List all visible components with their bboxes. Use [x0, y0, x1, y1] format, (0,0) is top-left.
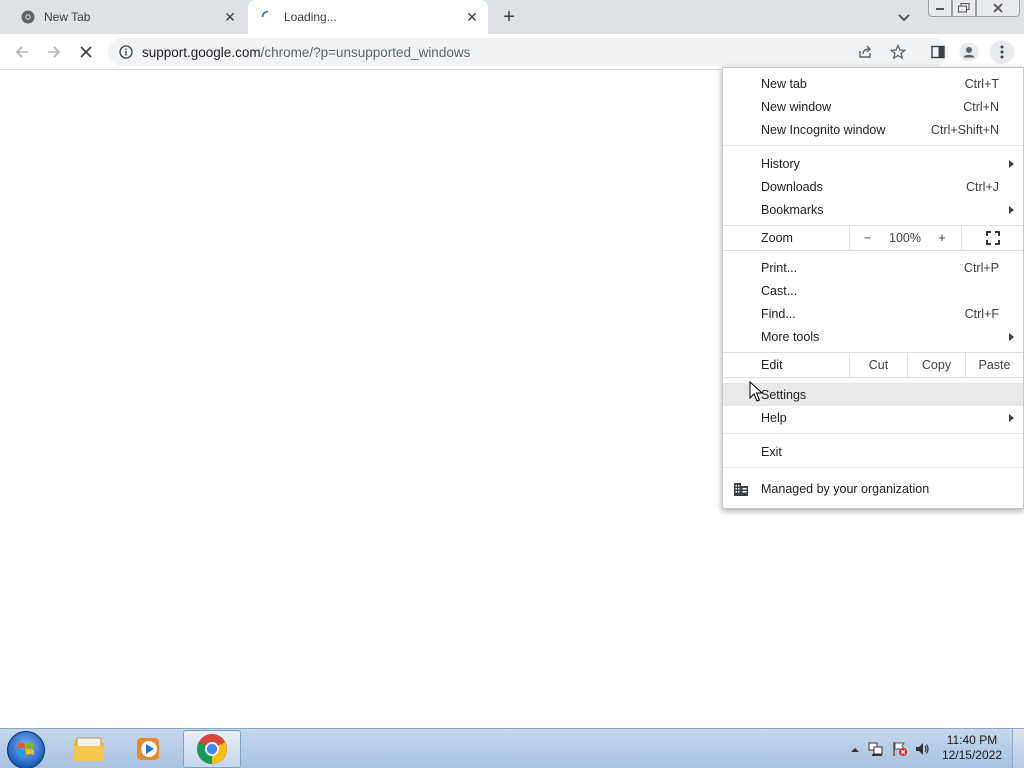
zoom-level: 100%	[889, 231, 921, 245]
back-icon[interactable]	[10, 40, 34, 64]
browser-toolbar: support.google.com/chrome/?p=unsupported…	[0, 34, 1024, 70]
menu-item-label: New window	[761, 99, 832, 114]
menu-separator	[723, 145, 1023, 146]
chrome-icon	[20, 9, 36, 25]
copy-button[interactable]: Copy	[907, 353, 965, 377]
tab-new-tab[interactable]: New Tab ✕	[0, 0, 246, 34]
menu-item-new-incognito-window[interactable]: New Incognito window Ctrl+Shift+N	[723, 118, 1023, 141]
file-explorer-icon[interactable]	[60, 730, 118, 768]
kebab-menu-icon[interactable]	[990, 40, 1014, 64]
clock-date: 12/15/2022	[941, 748, 1002, 762]
menu-item-help[interactable]: Help	[723, 406, 1023, 429]
mouse-cursor-icon	[749, 380, 764, 406]
windows-taskbar: 11:40 PM 12/15/2022	[0, 728, 1024, 768]
share-icon[interactable]	[853, 40, 877, 64]
menu-item-label: New Incognito window	[761, 122, 886, 137]
chrome-taskbar-icon[interactable]	[183, 730, 241, 768]
menu-item-label: More tools	[761, 329, 820, 344]
media-player-icon[interactable]	[120, 730, 178, 768]
action-center-flag-icon[interactable]	[892, 741, 908, 760]
menu-item-exit[interactable]: Exit	[723, 440, 1023, 463]
menu-item-shortcut: Ctrl+Shift+N	[930, 122, 999, 137]
edit-label: Edit	[761, 358, 783, 372]
menu-item-settings[interactable]: Settings	[723, 383, 1023, 406]
menu-item-shortcut: Ctrl+N	[963, 99, 999, 114]
menu-item-label: Settings	[761, 387, 807, 402]
tab-title: Loading...	[284, 10, 337, 24]
clock-time: 11:40 PM	[946, 733, 998, 747]
close-window-button[interactable]	[976, 0, 1020, 17]
menu-item-label: Cast...	[761, 283, 798, 298]
menu-item-cast[interactable]: Cast...	[723, 279, 1023, 302]
url-text: support.google.com/chrome/?p=unsupported…	[142, 45, 470, 60]
menu-item-label: Exit	[761, 444, 782, 459]
url-host: support.google.com	[142, 44, 261, 60]
menu-item-history[interactable]: History	[723, 152, 1023, 175]
menu-item-print[interactable]: Print... Ctrl+P	[723, 256, 1023, 279]
network-icon[interactable]	[868, 741, 884, 760]
bookmark-star-icon[interactable]	[886, 40, 910, 64]
submenu-arrow-icon	[1009, 159, 1014, 168]
managed-label: Managed by your organization	[761, 482, 930, 496]
zoom-row: Zoom − 100% +	[723, 225, 1023, 251]
close-tab-icon[interactable]: ✕	[220, 7, 240, 27]
show-hidden-icons-icon[interactable]	[850, 743, 860, 757]
zoom-in-button[interactable]: +	[925, 226, 959, 250]
menu-item-label: Help	[761, 410, 787, 425]
menu-item-shortcut: Ctrl+F	[964, 306, 999, 321]
menu-item-bookmarks[interactable]: Bookmarks	[723, 198, 1023, 221]
menu-item-shortcut: Ctrl+T	[964, 76, 999, 91]
menu-item-label: History	[761, 156, 800, 171]
volume-icon[interactable]	[914, 741, 930, 760]
building-icon	[733, 481, 749, 500]
taskbar-clock[interactable]: 11:40 PM 12/15/2022	[942, 733, 1002, 763]
stop-loading-icon[interactable]	[74, 40, 98, 64]
menu-item-downloads[interactable]: Downloads Ctrl+J	[723, 175, 1023, 198]
menu-separator	[723, 433, 1023, 434]
zoom-label: Zoom	[761, 231, 793, 245]
menu-item-label: Bookmarks	[761, 202, 824, 217]
restore-button[interactable]	[952, 0, 976, 17]
tab-loading[interactable]: Loading... ✕	[248, 0, 488, 34]
tab-search-icon[interactable]	[895, 9, 913, 25]
new-tab-button[interactable]: +	[498, 6, 520, 28]
menu-item-shortcut: Ctrl+P	[963, 260, 999, 275]
close-tab-icon[interactable]: ✕	[462, 7, 482, 27]
menu-item-label: New tab	[761, 76, 807, 91]
menu-item-more-tools[interactable]: More tools	[723, 325, 1023, 348]
tab-strip: New Tab ✕ Loading... ✕ +	[0, 0, 1024, 34]
fullscreen-icon[interactable]	[961, 226, 1023, 250]
loading-spinner-icon	[260, 9, 276, 25]
menu-item-new-tab[interactable]: New tab Ctrl+T	[723, 72, 1023, 95]
site-info-icon[interactable]	[118, 44, 134, 60]
submenu-arrow-icon	[1009, 413, 1014, 422]
menu-item-find[interactable]: Find... Ctrl+F	[723, 302, 1023, 325]
side-panel-icon[interactable]	[926, 40, 950, 64]
start-button[interactable]	[7, 731, 45, 768]
menu-item-new-window[interactable]: New window Ctrl+N	[723, 95, 1023, 118]
managed-by-organization[interactable]: Managed by your organization	[723, 477, 1023, 501]
chrome-main-menu: New tab Ctrl+T New window Ctrl+N New Incog…	[722, 67, 1024, 509]
menu-item-shortcut: Ctrl+J	[966, 179, 999, 194]
profile-avatar-icon[interactable]	[957, 40, 981, 64]
show-desktop-button[interactable]	[1012, 729, 1024, 768]
menu-item-label: Print...	[761, 260, 798, 275]
tab-title: New Tab	[44, 10, 91, 24]
paste-button[interactable]: Paste	[965, 353, 1023, 377]
submenu-arrow-icon	[1009, 332, 1014, 341]
url-path: /chrome/?p=unsupported_windows	[260, 44, 471, 60]
cut-button[interactable]: Cut	[849, 353, 907, 377]
zoom-out-button[interactable]: −	[849, 226, 885, 250]
menu-separator	[723, 467, 1023, 468]
forward-icon[interactable]	[42, 40, 66, 64]
submenu-arrow-icon	[1009, 205, 1014, 214]
menu-item-label: Downloads	[761, 179, 823, 194]
menu-item-label: Find...	[761, 306, 796, 321]
edit-row: Edit Cut Copy Paste	[723, 352, 1023, 378]
minimize-button[interactable]	[928, 0, 952, 17]
address-bar[interactable]: support.google.com/chrome/?p=unsupported…	[108, 38, 948, 66]
